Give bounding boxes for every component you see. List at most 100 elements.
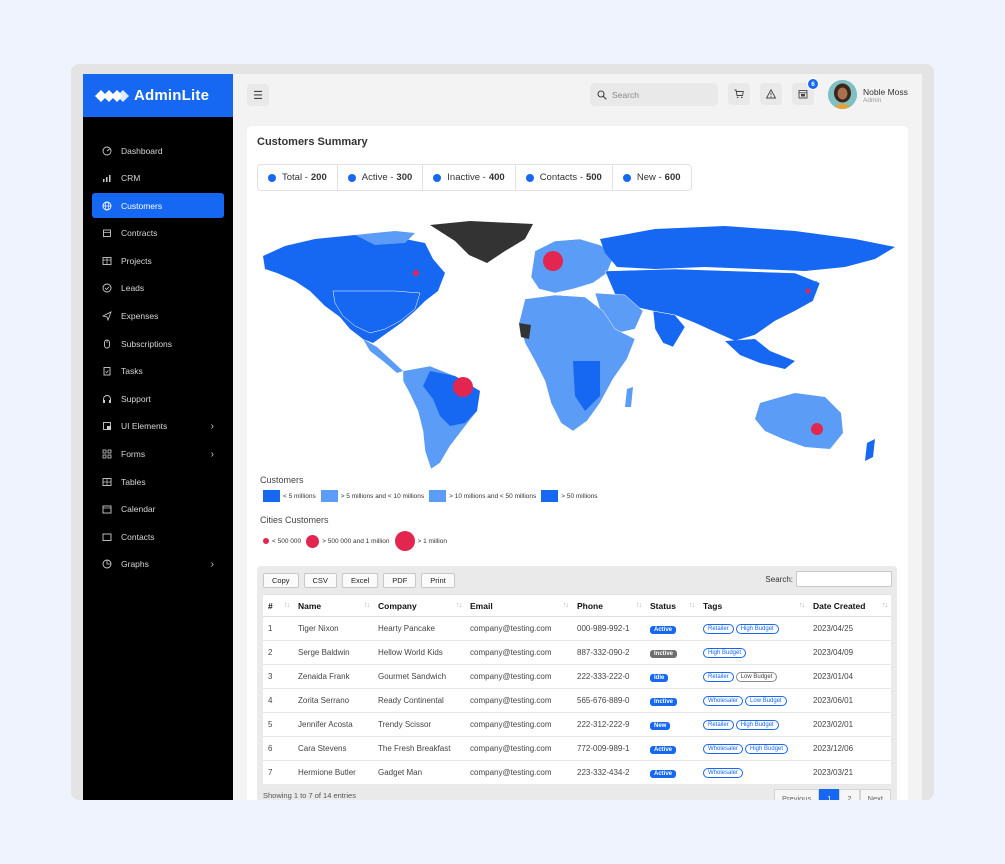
- city-bubble-usa: [413, 270, 419, 276]
- brand-name: AdminLite: [134, 87, 210, 104]
- map-region-greenland: [430, 221, 533, 263]
- cell-company: The Fresh Breakfast: [373, 736, 465, 761]
- cities-legend: < 500 000 > 500 000 and 1 million > 1 mill…: [263, 531, 452, 551]
- stat-dot-icon: [347, 173, 356, 182]
- cell-email: company@testing.com: [465, 736, 572, 761]
- table-search: Search:: [765, 571, 892, 587]
- notifications-button[interactable]: 6: [792, 78, 819, 105]
- sidebar-item-label: Leads: [121, 283, 145, 294]
- column-header-status[interactable]: Status ↑↓: [645, 594, 698, 617]
- user-name[interactable]: Noble Moss: [863, 87, 908, 97]
- column-header-label: #: [268, 600, 273, 611]
- column-header-tags[interactable]: Tags ↑↓: [698, 594, 808, 617]
- page-previous-button[interactable]: Previous: [774, 789, 820, 800]
- customers-legend: < 5 millions > 5 millions and < 10 millio…: [263, 490, 603, 502]
- stat-inactive[interactable]: Inactive -400: [423, 165, 516, 190]
- print-button[interactable]: Print: [421, 573, 455, 588]
- pdf-button[interactable]: PDF: [383, 573, 417, 588]
- table-row[interactable]: 2 Serge Baldwin Hellow World Kids company@t…: [263, 640, 891, 665]
- search-input[interactable]: [612, 89, 707, 100]
- sidebar-item-crm[interactable]: CRM: [92, 166, 224, 191]
- column-header-phone[interactable]: Phone ↑↓: [572, 594, 645, 617]
- column-header-label: Phone: [577, 600, 603, 611]
- cell-tags: Retailer Low Budget: [698, 664, 808, 689]
- stat-label: Inactive -: [447, 172, 486, 183]
- stat-dot-icon: [433, 173, 442, 182]
- cell-email: company@testing.com: [465, 688, 572, 713]
- stat-contacts[interactable]: Contacts -500: [516, 165, 613, 190]
- sidebar-item-label: Contacts: [121, 531, 155, 542]
- page-1-button[interactable]: 1: [819, 789, 840, 800]
- status-badge: Idle: [650, 673, 669, 682]
- table-row[interactable]: 7 Hermione Butler Gadget Man company@testin…: [263, 760, 891, 785]
- cell-company: Trendy Scissor: [373, 712, 465, 737]
- column-header-email[interactable]: Email ↑↓: [465, 594, 572, 617]
- contract-icon: [102, 228, 112, 238]
- sidebar-item-dashboard[interactable]: Dashboard: [92, 138, 224, 163]
- column-header-name[interactable]: Name ↑↓: [293, 594, 373, 617]
- sidebar-item-support[interactable]: Support: [92, 386, 224, 411]
- menu-toggle-button[interactable]: ☰: [247, 84, 269, 106]
- table-row[interactable]: 3 Zenaida Frank Gourmet Sandwich company@te…: [263, 664, 891, 689]
- table-row[interactable]: 1 Tiger Nixon Hearty Pancake company@testin…: [263, 616, 891, 641]
- sidebar-item-subscriptions[interactable]: Subscriptions: [92, 331, 224, 356]
- cell-name: Zenaida Frank: [293, 664, 373, 689]
- brand[interactable]: AdminLite: [83, 74, 233, 117]
- copy-button[interactable]: Copy: [263, 573, 299, 588]
- cell-email: company@testing.com: [465, 616, 572, 641]
- sidebar-item-ui-elements[interactable]: UI Elements ›: [92, 414, 224, 439]
- sidebar-item-label: Expenses: [121, 311, 159, 322]
- sort-icon: ↑↓: [456, 602, 462, 609]
- sidebar-item-forms[interactable]: Forms ›: [92, 442, 224, 467]
- sidebar-item-label: Tasks: [121, 366, 143, 377]
- cell-n: 4: [263, 688, 293, 713]
- cell-phone: 772-009-989-1: [572, 736, 645, 761]
- calendar-notification-icon: [798, 90, 808, 99]
- alert-button[interactable]: [760, 83, 782, 105]
- table-search-input[interactable]: [796, 571, 892, 587]
- page-next-button[interactable]: Next: [859, 789, 891, 800]
- cart-button[interactable]: [728, 83, 750, 105]
- avatar[interactable]: [828, 80, 857, 109]
- sidebar-item-contracts[interactable]: Contracts: [92, 221, 224, 246]
- sidebar-item-contacts[interactable]: Contacts: [92, 524, 224, 549]
- csv-button[interactable]: CSV: [303, 573, 337, 588]
- sidebar-item-tasks[interactable]: Tasks: [92, 359, 224, 384]
- sidebar-item-tables[interactable]: Tables: [92, 469, 224, 494]
- cell-email: company@testing.com: [465, 664, 572, 689]
- tag-badge: Wholesaler: [703, 744, 744, 754]
- map-region-central-america: [363, 339, 403, 373]
- excel-button[interactable]: Excel: [341, 573, 379, 588]
- column-header-company[interactable]: Company ↑↓: [373, 594, 465, 617]
- cart-icon: [734, 89, 744, 99]
- sidebar-item-expenses[interactable]: Expenses: [92, 304, 224, 329]
- sidebar-item-graphs[interactable]: Graphs ›: [92, 552, 224, 577]
- sidebar-item-customers[interactable]: Customers: [92, 193, 224, 219]
- column-header-date-created[interactable]: Date Created ↑↓: [808, 594, 891, 617]
- sidebar-item-label: UI Elements: [121, 421, 168, 432]
- table-row[interactable]: 6 Cara Stevens The Fresh Breakfast company@…: [263, 736, 891, 761]
- sidebar-item-projects[interactable]: Projects: [92, 248, 224, 273]
- stat-active[interactable]: Active -300: [338, 165, 424, 190]
- column-header-number[interactable]: # ↑↓: [263, 594, 293, 617]
- search-box[interactable]: [590, 83, 718, 106]
- cell-status: Inctive: [645, 640, 698, 665]
- stat-new[interactable]: New -600: [613, 165, 691, 190]
- stat-label: New -: [636, 172, 662, 183]
- city-bubble-australia: [811, 423, 823, 435]
- cell-tags: Retailer High Budget: [698, 616, 808, 641]
- page-2-button[interactable]: 2: [839, 789, 860, 800]
- map-region-australia: [755, 393, 843, 449]
- tag-badge: Retailer: [703, 720, 734, 730]
- stat-total[interactable]: Total -200: [258, 165, 338, 190]
- sidebar-item-leads[interactable]: Leads: [92, 276, 224, 301]
- cell-company: Ready Continental: [373, 688, 465, 713]
- sidebar-item-label: Customers: [121, 200, 163, 211]
- sort-icon: ↑↓: [364, 602, 370, 609]
- stat-value: 600: [664, 172, 681, 183]
- tag-badge: High Budget: [735, 624, 779, 634]
- sidebar-item-label: Support: [121, 393, 151, 404]
- sidebar-item-calendar[interactable]: Calendar: [92, 497, 224, 522]
- table-row[interactable]: 4 Zorita Serrano Ready Continental company@…: [263, 688, 891, 713]
- table-row[interactable]: 5 Jennifer Acosta Trendy Scissor company@te…: [263, 712, 891, 737]
